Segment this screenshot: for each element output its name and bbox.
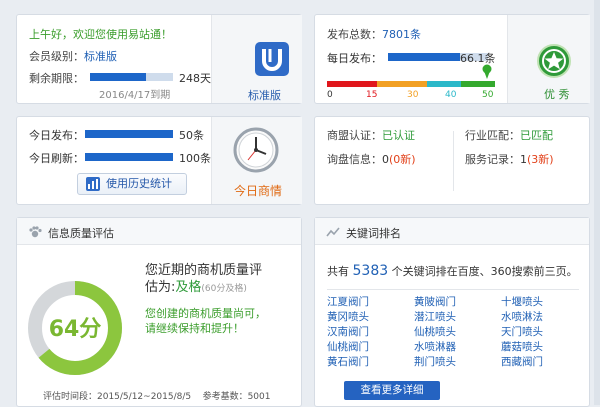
scale-segment-red — [327, 81, 377, 87]
expiry-date: 2016/4/17到期 — [99, 90, 171, 101]
service-record-value: 1 — [520, 153, 527, 166]
quality-summary-line2: 估为: — [145, 280, 176, 295]
keyword-link[interactable]: 十堰喷头 — [501, 294, 543, 309]
remaining-row: 剩余期限： — [29, 70, 84, 86]
trend-line-icon — [326, 227, 340, 237]
quality-summary: 您近期的商机质量评 估为:及格(60分及格) — [145, 262, 262, 298]
industry-match-row: 行业匹配：已匹配 — [465, 127, 553, 143]
remaining-label: 剩余期限： — [29, 72, 84, 85]
keyword-link[interactable]: 仙桃喷头 — [414, 324, 456, 339]
bar-chart-icon — [86, 177, 100, 191]
quality-summary-line1: 您近期的商机质量评 — [145, 263, 263, 278]
star-badge-icon — [537, 44, 571, 78]
keyword-link[interactable]: 黄冈喷头 — [327, 309, 369, 324]
scale-segment-green — [461, 81, 495, 87]
inquiry-row[interactable]: 询盘信息：0(0新) — [327, 151, 416, 167]
marker-pin-icon — [482, 64, 492, 79]
today-stats-panel: 今日发布： 50条 今日刷新： 100条 使用历史统计 今日商情 — [16, 116, 302, 205]
today-publish-bar — [85, 130, 173, 138]
today-refresh-bar — [85, 153, 173, 161]
quality-title: 信息质量评估 — [48, 227, 114, 240]
account-panel: 上午好，欢迎您使用易站通！ 会员级别：标准版 剩余期限： 248天 2016/4… — [16, 14, 302, 104]
paw-icon — [29, 226, 42, 238]
keyword-link[interactable]: 黄石阀门 — [327, 354, 369, 369]
keyword-link[interactable]: 黄陂阀门 — [414, 294, 456, 309]
alliance-cert-label: 商盟认证： — [327, 129, 382, 142]
scale-label-50: 50 — [482, 90, 494, 100]
keyword-link[interactable]: 汉南阀门 — [327, 324, 369, 339]
keyword-link[interactable]: 西藏阀门 — [501, 354, 543, 369]
quality-footer: 评估时间段：2015/5/12~2015/8/5 参考基数：5001 — [43, 389, 270, 402]
history-stats-label: 使用历史统计 — [106, 177, 172, 190]
today-refresh-value: 100条 — [179, 152, 211, 165]
member-level-value[interactable]: 标准版 — [84, 50, 117, 63]
remaining-bar — [90, 73, 173, 81]
clock-icon — [233, 127, 279, 173]
quality-tip-line1: 您创建的商机质量尚可， — [145, 307, 266, 320]
service-record-new: (3新) — [527, 153, 554, 166]
inquiry-label: 询盘信息： — [327, 153, 382, 166]
scale-label-15: 15 — [366, 90, 378, 100]
alliance-cert-value: 已认证 — [382, 129, 415, 142]
today-refresh-label: 今日刷新： — [29, 152, 84, 165]
rating-label: 优 秀 — [544, 88, 570, 101]
service-record-label: 服务记录： — [465, 153, 520, 166]
quality-tip-line2: 请继续保持和提升！ — [145, 322, 244, 335]
scale-segment-teal — [427, 81, 461, 87]
today-publish-label: 今日发布： — [29, 129, 84, 142]
scale-label-0: 0 — [327, 90, 333, 100]
keyword-summary: 共有 5383 个关键词排在百度、360搜索前三页。 — [327, 263, 578, 279]
service-record-row[interactable]: 服务记录：1(3新) — [465, 151, 554, 167]
keyword-summary-suffix: 个关键词排在百度、360搜索前三页。 — [391, 265, 578, 278]
assessment-period: 评估时间段：2015/5/12~2015/8/5 — [43, 392, 192, 402]
inquiry-new: (0新) — [389, 153, 416, 166]
quality-score-text: 64分 — [49, 317, 102, 342]
today-business-label[interactable]: 今日商情 — [234, 182, 282, 199]
quality-tip: 您创建的商机质量尚可， 请继续保持和提升！ — [145, 306, 266, 336]
member-level-row: 会员级别：标准版 — [29, 48, 117, 64]
alliance-cert-row: 商盟认证：已认证 — [327, 127, 415, 143]
keyword-title: 关键词排名 — [346, 227, 401, 240]
inquiry-value: 0 — [382, 153, 389, 166]
keyword-link[interactable]: 仙桃阀门 — [327, 339, 369, 354]
industry-match-label: 行业匹配： — [465, 129, 520, 142]
standard-edition-label: 标准版 — [248, 89, 281, 102]
scale-label-30: 30 — [407, 90, 419, 100]
total-publish-label: 发布总数： — [327, 28, 382, 41]
total-publish-value: 7801条 — [382, 28, 421, 41]
member-level-label: 会员级别： — [29, 50, 84, 63]
total-publish-row: 发布总数：7801条 — [327, 26, 421, 42]
scale-segment-orange — [377, 81, 427, 87]
keyword-link[interactable]: 水喷淋器 — [414, 339, 456, 354]
keyword-link[interactable]: 潜江喷头 — [414, 309, 456, 324]
standard-edition-badge-icon — [255, 42, 289, 76]
keyword-summary-prefix: 共有 — [327, 265, 349, 278]
remaining-days: 248天 — [179, 72, 211, 85]
keyword-link[interactable]: 水喷淋法 — [501, 309, 543, 324]
view-more-button[interactable]: 查看更多详细 — [344, 381, 440, 400]
today-publish-value: 50条 — [179, 129, 204, 142]
keyword-ranking-panel: 关键词排名 共有 5383 个关键词排在百度、360搜索前三页。 江夏阀门 黄陂阀… — [314, 217, 590, 407]
certification-panel: 商盟认证：已认证 行业匹配：已匹配 询盘信息：0(0新) 服务记录：1(3新) — [314, 116, 590, 205]
industry-match-value: 已匹配 — [520, 129, 553, 142]
quality-pass: 及格 — [175, 280, 202, 295]
keyword-link[interactable]: 荆门喷头 — [414, 354, 456, 369]
greeting-text: 上午好，欢迎您使用易站通！ — [29, 28, 172, 41]
keyword-link[interactable]: 江夏阀门 — [327, 294, 369, 309]
quality-pass-note: (60分及格) — [201, 284, 247, 294]
keyword-link[interactable]: 蘑菇喷头 — [501, 339, 543, 354]
remaining-bar-fill — [90, 73, 147, 81]
keyword-link[interactable]: 天门喷头 — [501, 324, 543, 339]
scale-label-40: 40 — [445, 90, 457, 100]
quality-assessment-panel: 信息质量评估 64分 您近期的商机质量评 估为:及格(60分及格) 您创建的商机… — [16, 217, 302, 407]
daily-publish-bar-fill — [388, 53, 460, 61]
daily-publish-label: 每日发布： — [327, 52, 382, 65]
quality-score-gauge: 64分 — [28, 281, 122, 375]
keyword-header: 关键词排名 — [315, 218, 589, 245]
quality-header: 信息质量评估 — [17, 218, 301, 245]
keyword-count: 5383 — [352, 263, 389, 279]
publish-stats-panel: 发布总数：7801条 每日发布： 66.1条 0 15 30 40 50 优 秀 — [314, 14, 590, 104]
reference-base: 参考基数：5001 — [202, 392, 271, 402]
history-stats-button[interactable]: 使用历史统计 — [77, 173, 187, 195]
